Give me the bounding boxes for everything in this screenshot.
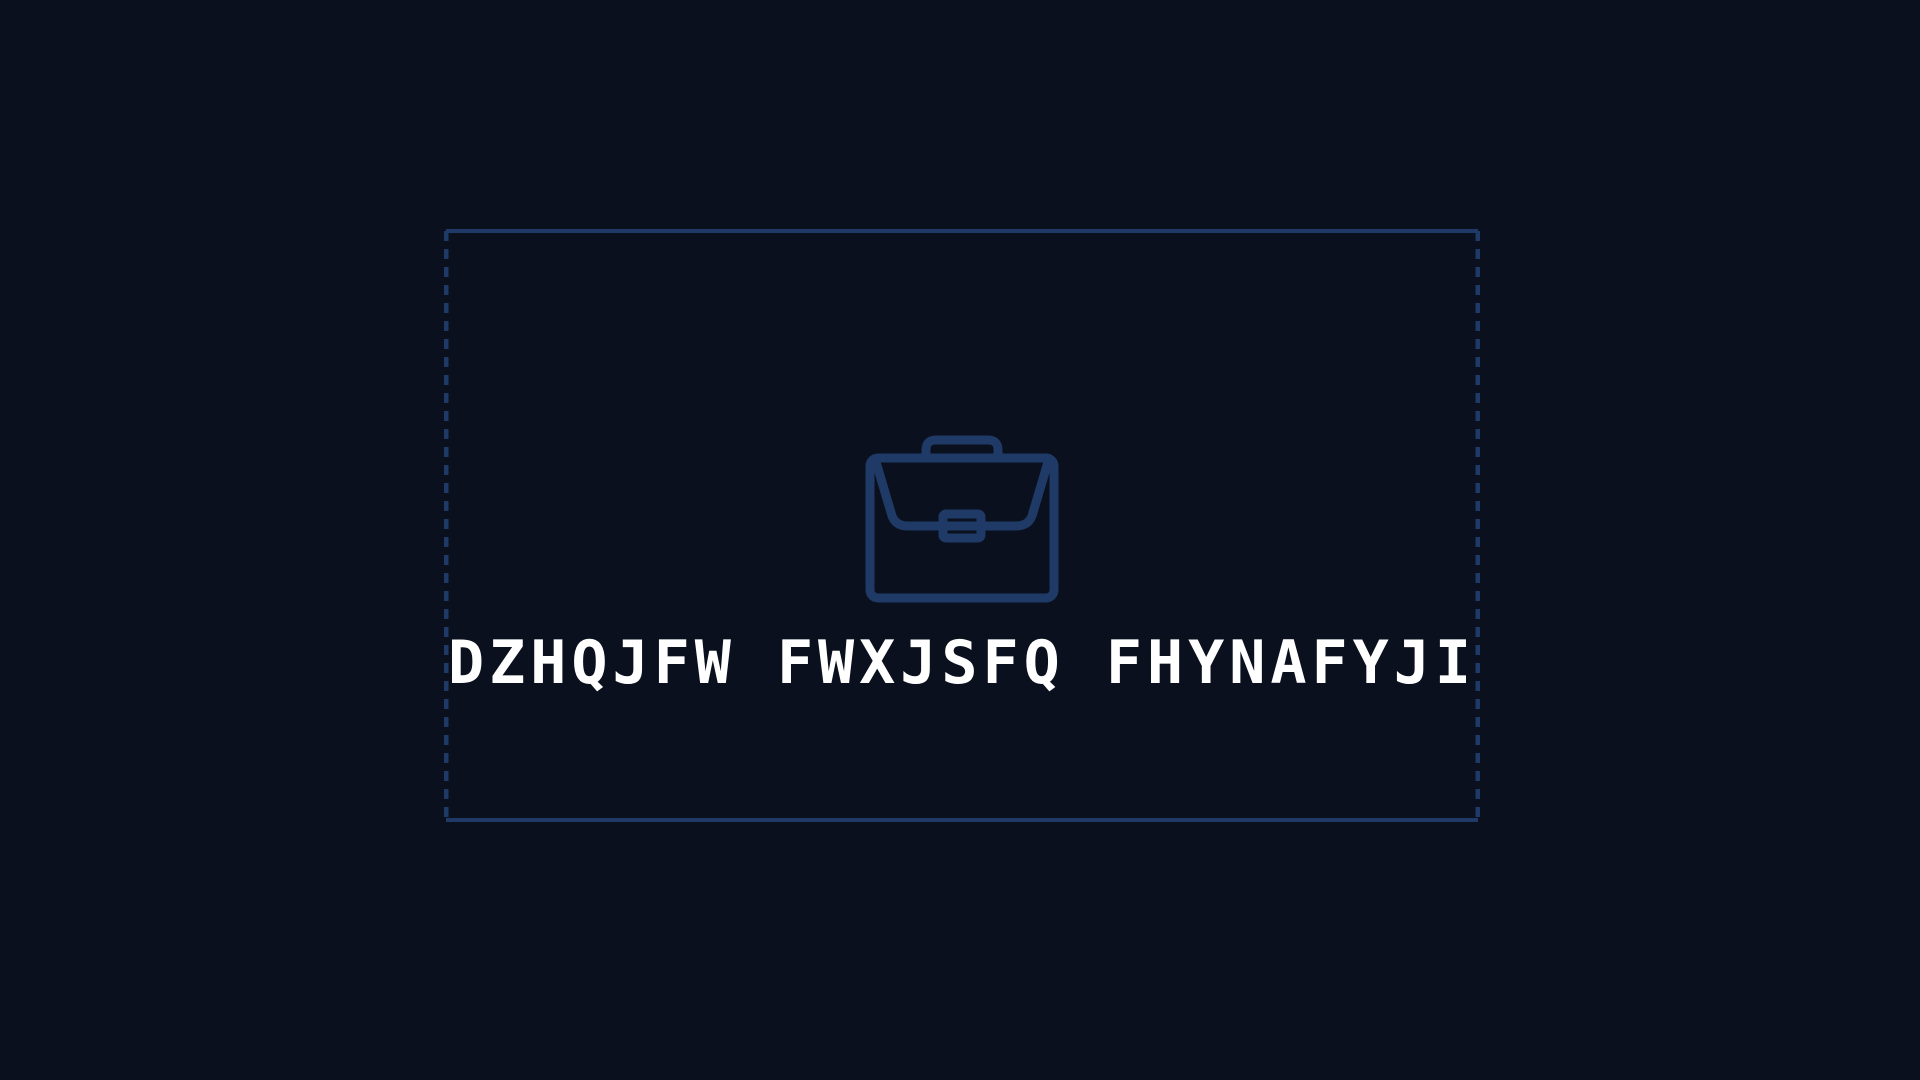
splash-title: DZHQJFW FWXJSFQ FHYNAFYJI <box>447 628 1477 698</box>
splash-screen: DZHQJFW FWXJSFQ FHYNAFYJI <box>0 0 1920 1080</box>
splash-frame: DZHQJFW FWXJSFQ FHYNAFYJI <box>444 228 1480 822</box>
briefcase-icon <box>864 434 1060 624</box>
